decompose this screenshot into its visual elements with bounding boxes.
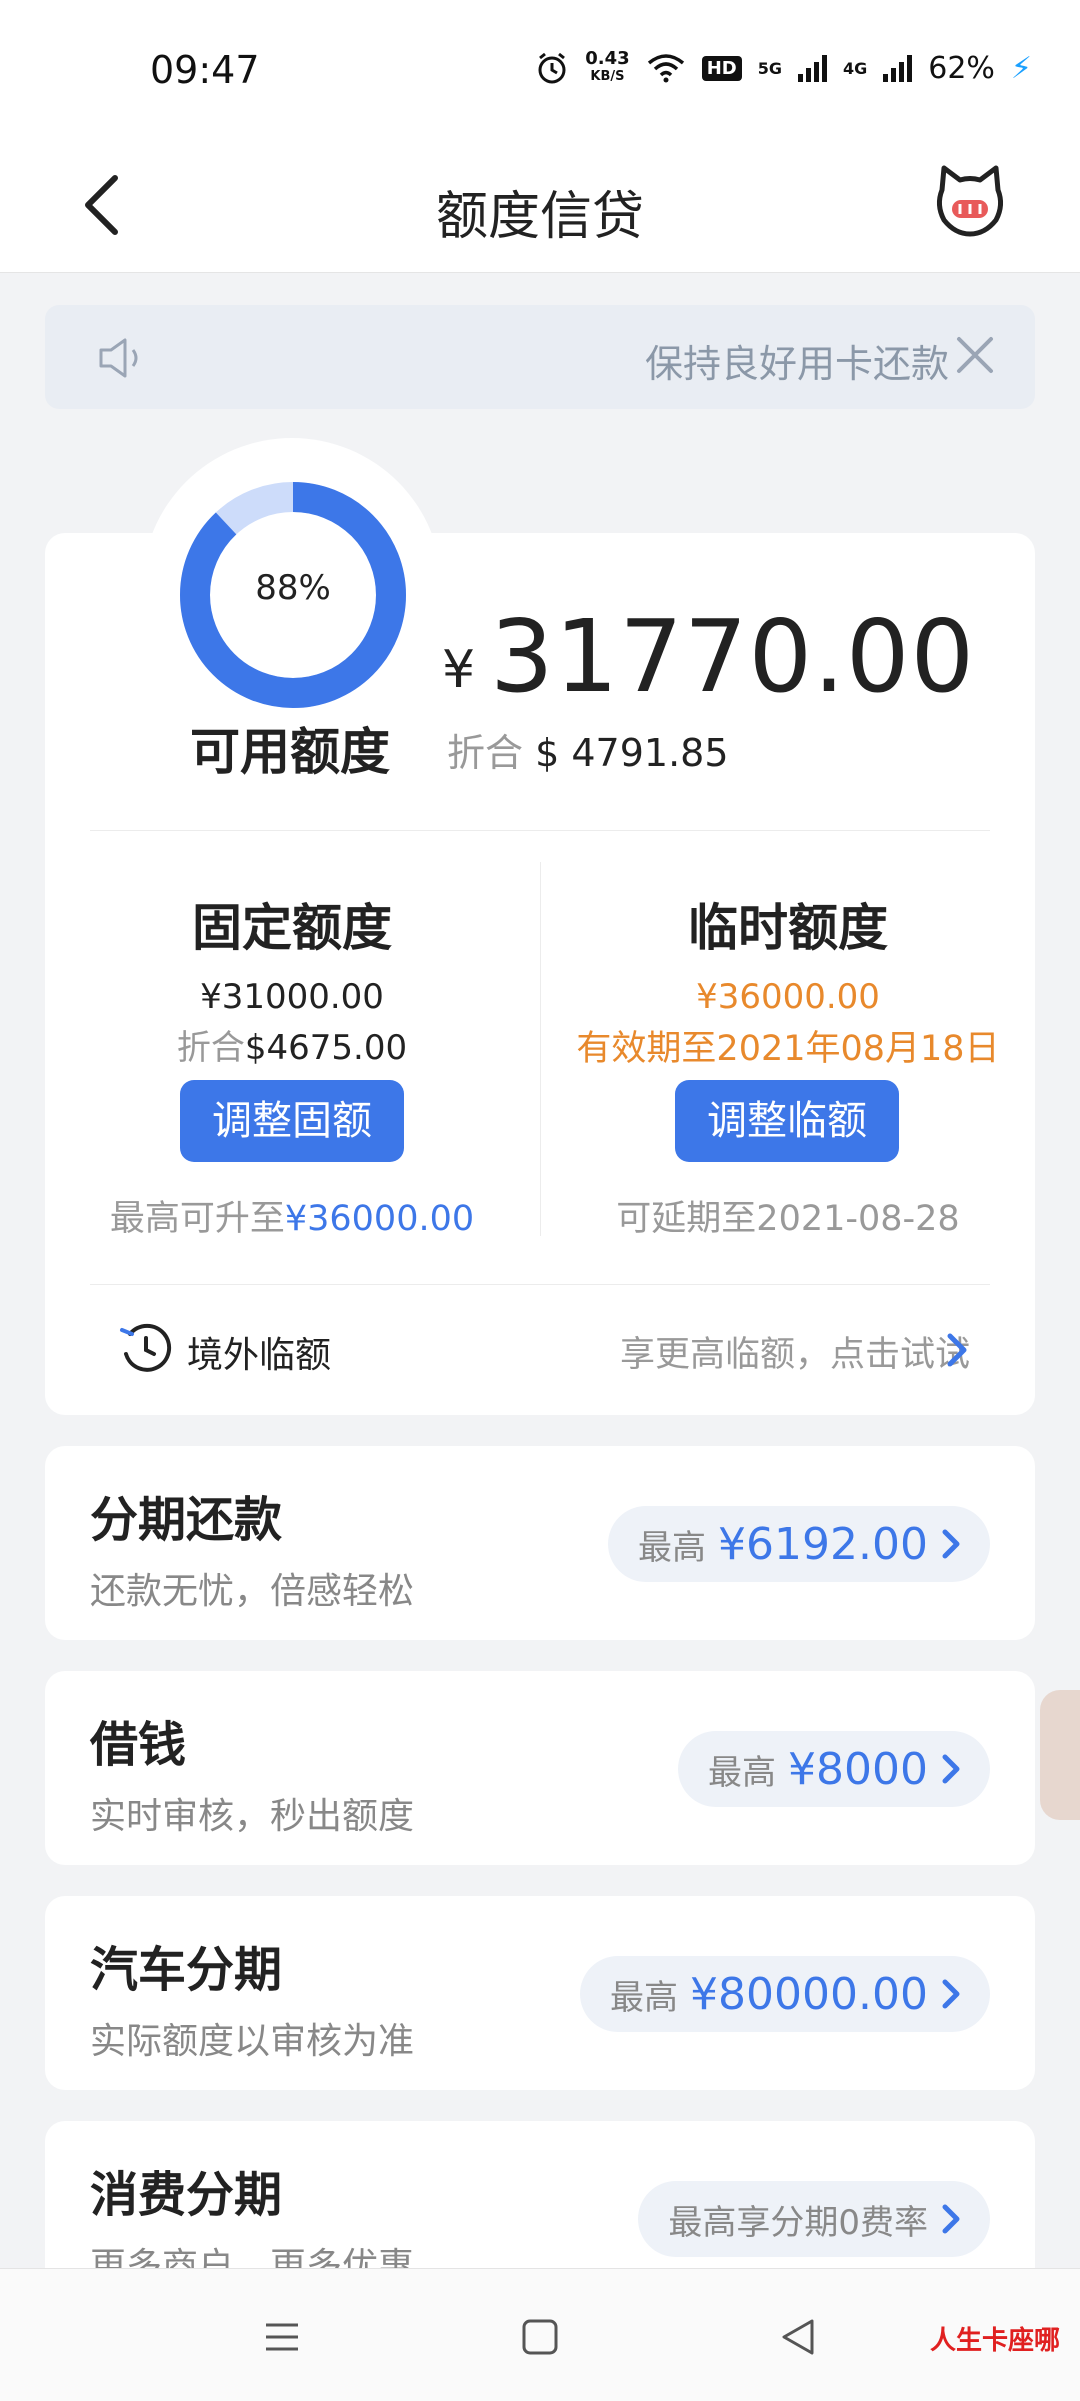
pill-value: ¥8000 [788, 1743, 928, 1795]
alarm-icon [538, 52, 566, 84]
loan-title: 消费分期 [90, 2167, 283, 2223]
pill-value: ¥6192.00 [718, 1518, 928, 1570]
charging-icon: ⚡ [1010, 50, 1032, 86]
usd-prefix: 折合 [447, 731, 524, 775]
temp-credit-validity: 有效期至2021年08月18日 [576, 1029, 1000, 1069]
pill-value: ¥80000.00 [690, 1968, 928, 2020]
loan-limit-pill[interactable]: 最高享分期0费率 [638, 2181, 990, 2257]
header: 额度信贷 [0, 140, 1080, 273]
currency-symbol: ¥ [442, 640, 476, 700]
loan-subtitle: 还款无忧，倍感轻松 [90, 1571, 415, 1612]
net-speed-value: 0.43 [585, 48, 630, 69]
watermark: 人生卡座哪 [929, 2326, 1060, 2356]
usd-equivalent: 折合 $ 4791.85 [447, 722, 729, 777]
fixed-credit-max: 最高可升至¥36000.00 [45, 1190, 539, 1241]
chevron-right-icon [942, 1529, 960, 1559]
back-triangle-icon[interactable] [778, 2317, 818, 2357]
ring-percent-label: 88% [255, 568, 331, 608]
status-bar: 09:47 0.43 KB/S HD 5G 4G 62% ⚡ [0, 0, 1080, 140]
pill-prefix: 最高 [610, 1977, 679, 2018]
loan-title: 汽车分期 [90, 1942, 283, 1998]
usd-amount: $ 4791.85 [535, 731, 729, 775]
pill-prefix: 最高 [638, 1527, 707, 1568]
fixed-credit-usd: 折合$4675.00 [45, 1020, 539, 1069]
loan-limit-pill[interactable]: 最高 ¥6192.00 [608, 1506, 990, 1582]
wifi-icon [647, 54, 684, 83]
net-4g-label: 4G [842, 58, 868, 78]
overseas-credit-hint[interactable]: 享更高临额，点击试试 [620, 1326, 970, 1377]
loan-limit-pill[interactable]: 最高 ¥8000 [678, 1731, 990, 1807]
chevron-right-icon [942, 2204, 960, 2234]
speaker-icon [99, 338, 138, 378]
available-credit-label: 可用额度 [190, 723, 390, 781]
home-square-icon[interactable] [520, 2317, 560, 2357]
menu-icon[interactable] [262, 2317, 302, 2357]
fixed-max-value: ¥36000.00 [284, 1199, 475, 1239]
floating-widget[interactable] [1040, 1690, 1080, 1820]
loan-subtitle: 实际额度以审核为准 [90, 2021, 415, 2062]
fixed-credit-title: 固定额度 [192, 899, 392, 957]
pill-prefix: 最高 [708, 1752, 777, 1793]
net-5g-label: 5G [757, 58, 782, 78]
temp-credit-amount: ¥36000.00 [696, 977, 880, 1017]
system-nav-bar [0, 2268, 1080, 2401]
divider [90, 1284, 990, 1285]
loan-subtitle: 实时审核，秒出额度 [90, 1796, 415, 1837]
pill-prefix: 最高享分期0费率 [668, 2202, 928, 2243]
net-speed-unit: KB/S [590, 69, 625, 84]
notice-text: 保持良好用卡还款 [645, 342, 950, 386]
temp-credit-title: 临时额度 [688, 899, 888, 957]
loan-card-borrow[interactable]: 借钱 实时审核，秒出额度 最高 ¥8000 [45, 1671, 1035, 1865]
loan-card-consumer-installment[interactable]: 消费分期 更多商户，更多优惠 最高享分期0费率 [45, 2121, 1035, 2268]
page-title: 额度信贷 [435, 187, 644, 247]
chevron-right-icon [942, 1754, 960, 1784]
overseas-clock-icon [120, 1323, 172, 1372]
loan-limit-pill[interactable]: 最高 ¥80000.00 [580, 1956, 990, 2032]
fixed-max-prefix: 最高可升至 [109, 1199, 285, 1239]
temp-credit-extend: 可延期至2021-08-28 [616, 1199, 960, 1239]
chevron-right-icon [942, 1979, 960, 2009]
loan-title: 分期还款 [90, 1492, 283, 1548]
chevron-right-icon[interactable] [942, 1332, 972, 1368]
signal-icon [797, 54, 827, 82]
cat-mascot-icon[interactable] [930, 160, 1010, 240]
fixed-usd-amount: $4675.00 [244, 1028, 408, 1068]
fixed-credit-amount: ¥31000.00 [200, 977, 384, 1017]
overseas-credit-label[interactable]: 境外临额 [187, 1326, 331, 1378]
notice-bar[interactable]: 保持良好用卡还款 [45, 305, 1035, 409]
close-icon[interactable] [953, 333, 997, 377]
status-time: 09:47 [150, 48, 260, 92]
adjust-fixed-credit-button[interactable]: 调整固额 [180, 1080, 404, 1162]
available-credit-amount: 31770.00 [490, 598, 976, 715]
loan-title: 借钱 [90, 1717, 187, 1773]
adjust-temp-credit-button[interactable]: 调整临额 [675, 1080, 899, 1162]
net-speed: 0.43 KB/S [585, 50, 629, 86]
fixed-usd-prefix: 折合 [176, 1028, 245, 1068]
loan-subtitle: 更多商户，更多优惠 [90, 2246, 415, 2268]
loan-card-installment-repay[interactable]: 分期还款 还款无忧，倍感轻松 最高 ¥6192.00 [45, 1446, 1035, 1640]
hd-badge: HD [701, 55, 742, 81]
status-icons: 0.43 KB/S HD 5G 4G 62% ⚡ [535, 50, 1032, 86]
battery-percent: 62% [928, 50, 995, 86]
signal-icon [883, 54, 913, 82]
divider [90, 830, 990, 831]
loan-card-car-installment[interactable]: 汽车分期 实际额度以审核为准 最高 ¥80000.00 [45, 1896, 1035, 2090]
